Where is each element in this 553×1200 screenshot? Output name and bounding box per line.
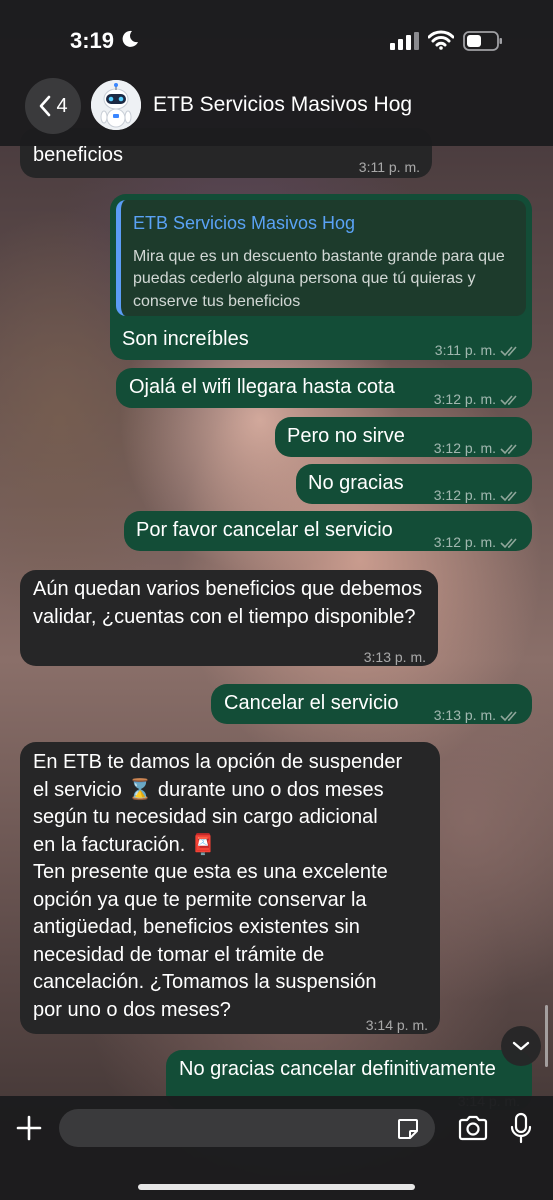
read-ticks-icon — [500, 711, 517, 721]
message-timestamp: 3:12 p. m. — [433, 534, 496, 550]
message-outgoing[interactable]: Pero no sirve 3:12 p. m. — [275, 417, 532, 457]
quote-author: ETB Servicios Masivos Hog — [133, 213, 356, 233]
message-outgoing[interactable]: No gracias 3:12 p. m. — [296, 464, 532, 504]
status-bar-time: 3:19 — [70, 28, 115, 53]
message-time: 3:12 p. m. — [434, 386, 520, 414]
message-text: Pero no sirve — [287, 425, 405, 447]
chat-title[interactable]: ETB Servicios Masivos Hog — [153, 93, 533, 117]
message-timestamp: 3:11 p. m. — [358, 159, 420, 175]
camera-icon[interactable] — [457, 1114, 489, 1142]
avatar[interactable] — [91, 80, 141, 130]
read-ticks-icon — [500, 491, 517, 501]
message-text: Son increíbles — [122, 328, 249, 350]
message-text: Cancelar el servicio — [224, 692, 399, 714]
message-time: 3:14 p. m. — [366, 1012, 428, 1040]
message-line: cancelación. ¿Tomamos la suspensión — [33, 971, 377, 993]
message-incoming[interactable]: Aún quedan varios beneficios que debemos… — [20, 570, 438, 666]
message-line: En ETB te damos la opción de suspender — [33, 751, 403, 773]
message-time: 3:11 p. m. — [359, 154, 420, 182]
message-timestamp: 3:14 p. m. — [365, 1017, 428, 1033]
message-line: según tu necesidad sin cargo adicional — [33, 806, 378, 828]
moon-icon — [122, 30, 138, 47]
message-line: necesidad de tomar el trámite de — [33, 943, 325, 966]
message-timestamp: 3:11 p. m. — [434, 342, 496, 358]
quoted-message[interactable]: ETB Servicios Masivos Hog Mira que es un… — [116, 200, 526, 316]
message-timestamp: 3:13 p. m. — [363, 649, 426, 665]
read-ticks-icon — [500, 395, 517, 405]
unread-count: 4 — [56, 94, 68, 117]
back-button[interactable]: 4 — [25, 78, 81, 134]
message-outgoing[interactable]: Ojalá el wifi llegara hasta cota 3:12 p.… — [116, 368, 532, 408]
message-timestamp: 3:12 p. m. — [433, 487, 496, 503]
microphone-icon[interactable] — [509, 1112, 533, 1144]
message-text: Ojalá el wifi llegara hasta cota — [129, 376, 395, 398]
message-time: 3:12 p. m. — [434, 529, 520, 557]
scroll-indicator[interactable] — [545, 1005, 548, 1067]
message-input[interactable] — [59, 1109, 435, 1147]
message-text: En ETB te damos la opción de suspender e… — [33, 749, 438, 1024]
chat-header — [0, 0, 553, 146]
wifi-icon — [428, 30, 454, 50]
message-line: antigüedad, beneficios existentes sin — [33, 916, 360, 938]
message-outgoing[interactable]: Cancelar el servicio 3:13 p. m. — [211, 684, 532, 724]
message-timestamp: 3:13 p. m. — [433, 707, 496, 723]
message-text: beneficios — [33, 144, 124, 166]
message-time: 3:11 p. m. — [435, 337, 520, 365]
message-text: Aún quedan varios beneficios que debemos… — [33, 578, 423, 628]
sticker-icon[interactable] — [396, 1117, 420, 1141]
battery-icon — [463, 31, 502, 51]
plus-icon[interactable] — [15, 1114, 43, 1142]
scroll-to-bottom-button[interactable] — [501, 1026, 541, 1066]
message-time: 3:12 p. m. — [434, 435, 520, 463]
message-time: 3:13 p. m. — [364, 644, 426, 672]
message-timestamp: 3:12 p. m. — [433, 391, 496, 407]
chevron-down-icon — [512, 1041, 530, 1051]
message-line: Ten presente que esta es una excelente — [33, 861, 388, 883]
message-time: 3:13 p. m. — [434, 702, 520, 730]
message-text: No gracias cancelar definitivamente — [179, 1058, 496, 1080]
cellular-signal-icon — [390, 32, 419, 50]
message-incoming[interactable]: En ETB te damos la opción de suspender e… — [20, 742, 440, 1034]
read-ticks-icon — [500, 538, 517, 548]
message-outgoing[interactable]: ETB Servicios Masivos Hog Mira que es un… — [110, 194, 532, 360]
message-time: 3:12 p. m. — [434, 482, 520, 510]
read-ticks-icon — [500, 444, 517, 454]
read-ticks-icon — [500, 346, 517, 356]
message-line: el servicio ⌛ durante uno o dos meses — [33, 778, 384, 801]
message-timestamp: 3:12 p. m. — [433, 440, 496, 456]
home-indicator[interactable] — [138, 1184, 415, 1190]
message-text: Por favor cancelar el servicio — [136, 519, 393, 541]
quote-text: Mira que es un descuento bastante grande… — [133, 247, 505, 310]
message-line: opción ya que te permite conservar la — [33, 888, 367, 911]
message-line: en la facturación. 📮 — [33, 833, 216, 856]
message-text: No gracias — [308, 472, 404, 494]
message-outgoing[interactable]: Por favor cancelar el servicio 3:12 p. m… — [124, 511, 532, 551]
chevron-left-icon — [40, 95, 51, 117]
robot-avatar-icon — [91, 80, 141, 130]
